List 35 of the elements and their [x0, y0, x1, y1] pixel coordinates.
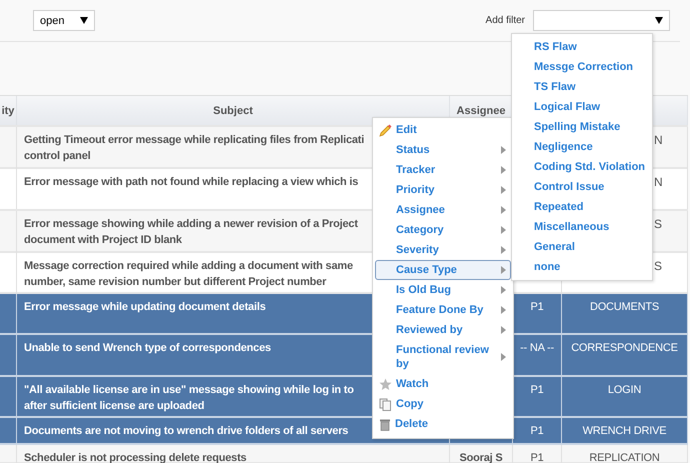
- star-icon: [379, 378, 392, 390]
- submenu-arrow-icon: [501, 146, 506, 154]
- category-cell: DOCUMENTS: [562, 294, 688, 333]
- submenu-arrow-icon: [501, 326, 506, 334]
- subject-cell: Scheduler is not processing delete requests: [17, 445, 450, 463]
- category-cell: WRENCH DRIVE: [562, 418, 688, 444]
- submenu-arrow-icon: [501, 306, 506, 314]
- assignee-cell: Sooraj S: [450, 445, 513, 463]
- submenu-arrow-icon: [501, 286, 506, 294]
- caret-icon: [655, 17, 663, 24]
- category-cell: REPLICATION: [562, 445, 688, 463]
- submenu-item[interactable]: Logical Flaw: [512, 97, 652, 117]
- submenu-arrow-icon: [501, 246, 506, 254]
- add-filter-select[interactable]: [533, 10, 670, 31]
- copy-icon: [379, 398, 392, 410]
- add-filter-label: Add filter: [486, 15, 525, 26]
- priority-cell: P1: [513, 445, 562, 463]
- submenu-item[interactable]: Messge Correction: [512, 57, 652, 77]
- submenu-arrow-icon: [501, 266, 506, 274]
- trash-icon: [379, 418, 391, 430]
- status-select[interactable]: open: [33, 10, 95, 31]
- caret-icon: [80, 17, 88, 24]
- submenu-item[interactable]: RS Flaw: [512, 37, 652, 57]
- table-row[interactable]: Scheduler is not processing delete requests Sooraj S P1 REPLICATION: [0, 445, 688, 463]
- column-header[interactable]: ity: [0, 96, 17, 125]
- submenu-item[interactable]: TS Flaw: [512, 77, 652, 97]
- column-header[interactable]: Subject: [17, 96, 450, 125]
- submenu-arrow-icon: [501, 226, 506, 234]
- submenu-arrow-icon: [501, 166, 506, 174]
- submenu-arrow-icon: [501, 206, 506, 214]
- pencil-icon: [379, 124, 392, 136]
- category-cell: CORRESPONDENCE: [562, 335, 688, 375]
- submenu-arrow-icon: [501, 186, 506, 194]
- menu-item[interactable]: Cause Type: [375, 260, 511, 280]
- submenu-arrow-icon: [501, 353, 506, 361]
